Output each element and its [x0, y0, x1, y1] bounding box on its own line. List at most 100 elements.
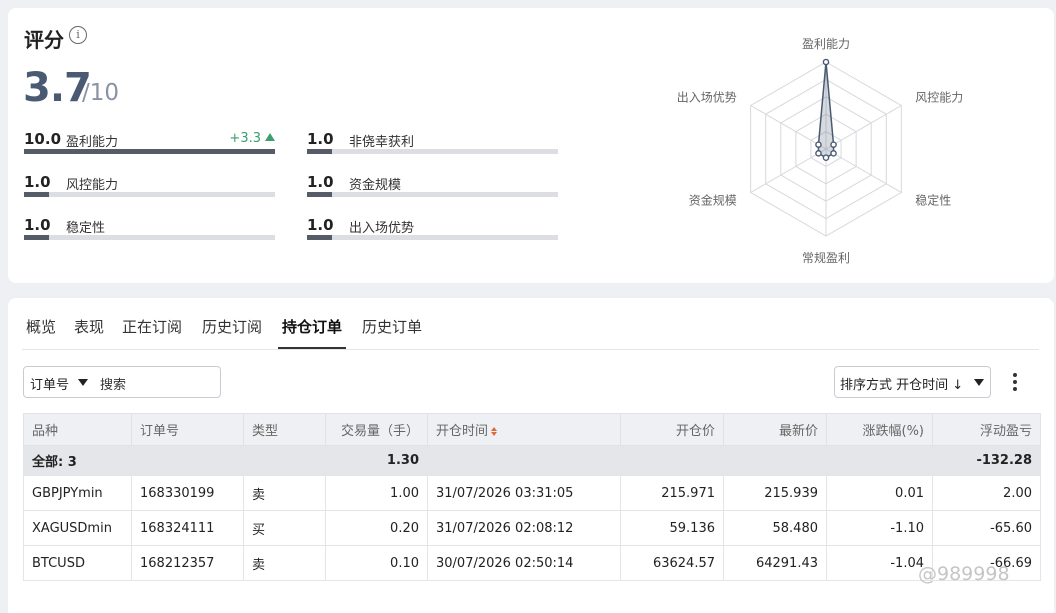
col-volume: 交易量（手）	[325, 413, 428, 446]
cell-type: 买	[243, 510, 326, 546]
cell-open-time: 31/07/2026 03:31:05	[427, 475, 621, 511]
metric-entry-exit: 1.0 出入场优势	[307, 216, 558, 250]
metric-value: 1.0	[307, 130, 334, 148]
radar-axis-label: 稳定性	[915, 193, 951, 208]
info-icon[interactable]: i	[69, 26, 87, 44]
cell-open-price: 215.971	[620, 475, 724, 511]
search-input[interactable]: 搜索	[100, 374, 126, 393]
radar-axis-label: 风控能力	[915, 91, 963, 105]
metric-value: 1.0	[24, 216, 51, 234]
cell-volume: 0.20	[325, 510, 428, 546]
total-pnl: -132.28	[932, 445, 1041, 476]
metric-value: 1.0	[307, 216, 334, 234]
radar-axis-label: 出入场优势	[677, 91, 737, 105]
cell-open-price: 63624.57	[620, 545, 724, 581]
cell-type: 卖	[243, 545, 326, 581]
open-orders-table: 品种 订单号 类型 交易量（手） 开仓时间 开仓价 最新价 涨跌幅(%) 浮动盈…	[23, 413, 1041, 581]
cell-change: 0.01	[826, 475, 933, 511]
cell-open-price: 59.136	[620, 510, 724, 546]
col-symbol: 品种	[23, 413, 132, 446]
table-row[interactable]: XAGUSDmin 168324111 买 0.20 31/07/2026 02…	[23, 510, 1041, 546]
cell-symbol: BTCUSD	[23, 545, 132, 581]
total-label: 全部: 3	[23, 445, 326, 476]
radar-axis-label: 常规盈利	[802, 250, 850, 265]
metric-delta: +3.3	[229, 131, 275, 146]
metric-bar	[307, 235, 558, 240]
radar-point	[815, 141, 822, 148]
col-pnl: 浮动盈亏	[932, 413, 1041, 446]
score-value: 3.7	[23, 65, 92, 111]
cell-last-price: 64291.43	[723, 545, 827, 581]
cell-change: -1.10	[826, 510, 933, 546]
metric-label: 稳定性	[66, 221, 106, 236]
cell-order-id: 168324111	[131, 510, 244, 546]
cell-pnl: -65.60	[932, 510, 1041, 546]
cell-volume: 0.10	[325, 545, 428, 581]
radar-point	[822, 154, 830, 161]
cell-order-id: 168330199	[131, 475, 244, 511]
metric-stability: 1.0 稳定性	[24, 216, 275, 250]
col-order-id: 订单号	[131, 413, 244, 446]
search-filter: 订单号 搜索	[23, 366, 221, 398]
metric-label: 非侥幸获利	[349, 135, 415, 150]
orders-card: 概览 表现 正在订阅 历史订阅 持仓订单 历史订单 订单号 搜索 排序方式 开仓…	[8, 298, 1054, 613]
more-options-icon[interactable]	[1012, 373, 1018, 393]
metric-non-luck: 1.0 非侥幸获利	[307, 130, 558, 164]
caret-down-icon[interactable]	[78, 379, 88, 386]
up-triangle-icon	[265, 133, 275, 141]
metric-bar	[24, 235, 275, 240]
tab-subscribing[interactable]: 正在订阅	[118, 312, 186, 347]
sort-select[interactable]: 排序方式 开仓时间 ↓	[834, 366, 991, 398]
metric-label: 风控能力	[66, 178, 119, 193]
col-open-time[interactable]: 开仓时间	[427, 413, 621, 446]
metric-label: 出入场优势	[349, 221, 415, 236]
metric-value: 1.0	[24, 173, 51, 191]
cell-order-id: 168212357	[131, 545, 244, 581]
col-change: 涨跌幅(%)	[826, 413, 933, 446]
radar-point	[830, 150, 837, 157]
tab-overview[interactable]: 概览	[22, 312, 60, 347]
score-title: 评分	[24, 28, 64, 52]
tab-order-history[interactable]: 历史订单	[358, 312, 426, 347]
radar-axis-label: 资金规模	[689, 193, 737, 208]
tab-divider	[22, 349, 1039, 350]
radar-axis-line	[750, 148, 827, 193]
radar-axis-label: 盈利能力	[802, 37, 850, 51]
caret-down-icon	[974, 379, 984, 386]
radar-point	[830, 141, 837, 148]
table-row[interactable]: GBPJPYmin 168330199 卖 1.00 31/07/2026 03…	[23, 475, 1041, 511]
cell-open-time: 30/07/2026 02:50:14	[427, 545, 621, 581]
radar-axis-line	[750, 105, 827, 150]
table-header-row: 品种 订单号 类型 交易量（手） 开仓时间 开仓价 最新价 涨跌幅(%) 浮动盈…	[23, 413, 1041, 446]
metric-profit: 10.0 盈利能力 +3.3	[24, 130, 275, 164]
metric-capital: 1.0 资金规模	[307, 173, 558, 207]
score-max: /10	[82, 80, 120, 106]
cell-last-price: 58.480	[723, 510, 827, 546]
table-row[interactable]: BTCUSD 168212357 卖 0.10 30/07/2026 02:50…	[23, 545, 1041, 581]
total-row: 全部: 3 1.30 -132.28	[23, 445, 1041, 476]
radar-chart: 盈利能力风控能力稳定性常规盈利 资金规模 出入场优势	[677, 37, 963, 265]
metric-label: 盈利能力	[66, 135, 119, 150]
cell-volume: 1.00	[325, 475, 428, 511]
tab-subscription-history[interactable]: 历史订阅	[198, 312, 266, 347]
radar-axis-line	[825, 105, 902, 150]
col-type: 类型	[243, 413, 326, 446]
cell-change: -1.04	[826, 545, 933, 581]
tab-open-orders[interactable]: 持仓订单	[278, 312, 347, 349]
metric-value: 1.0	[307, 173, 334, 191]
metric-bar	[307, 149, 558, 154]
tab-performance[interactable]: 表现	[70, 312, 108, 347]
sort-label: 排序方式 开仓时间 ↓	[840, 378, 964, 393]
cell-symbol: GBPJPYmin	[23, 475, 132, 511]
metric-risk-control: 1.0 风控能力	[24, 173, 275, 207]
watermark: @989998	[918, 563, 1010, 585]
metric-bar	[24, 149, 275, 154]
cell-symbol: XAGUSDmin	[23, 510, 132, 546]
metric-bar	[307, 192, 558, 197]
col-open-price: 开仓价	[620, 413, 724, 446]
col-last-price: 最新价	[723, 413, 827, 446]
radar-point	[815, 150, 822, 157]
filter-field-select[interactable]: 订单号	[30, 374, 69, 393]
metric-label: 资金规模	[349, 178, 402, 193]
cell-last-price: 215.939	[723, 475, 827, 511]
